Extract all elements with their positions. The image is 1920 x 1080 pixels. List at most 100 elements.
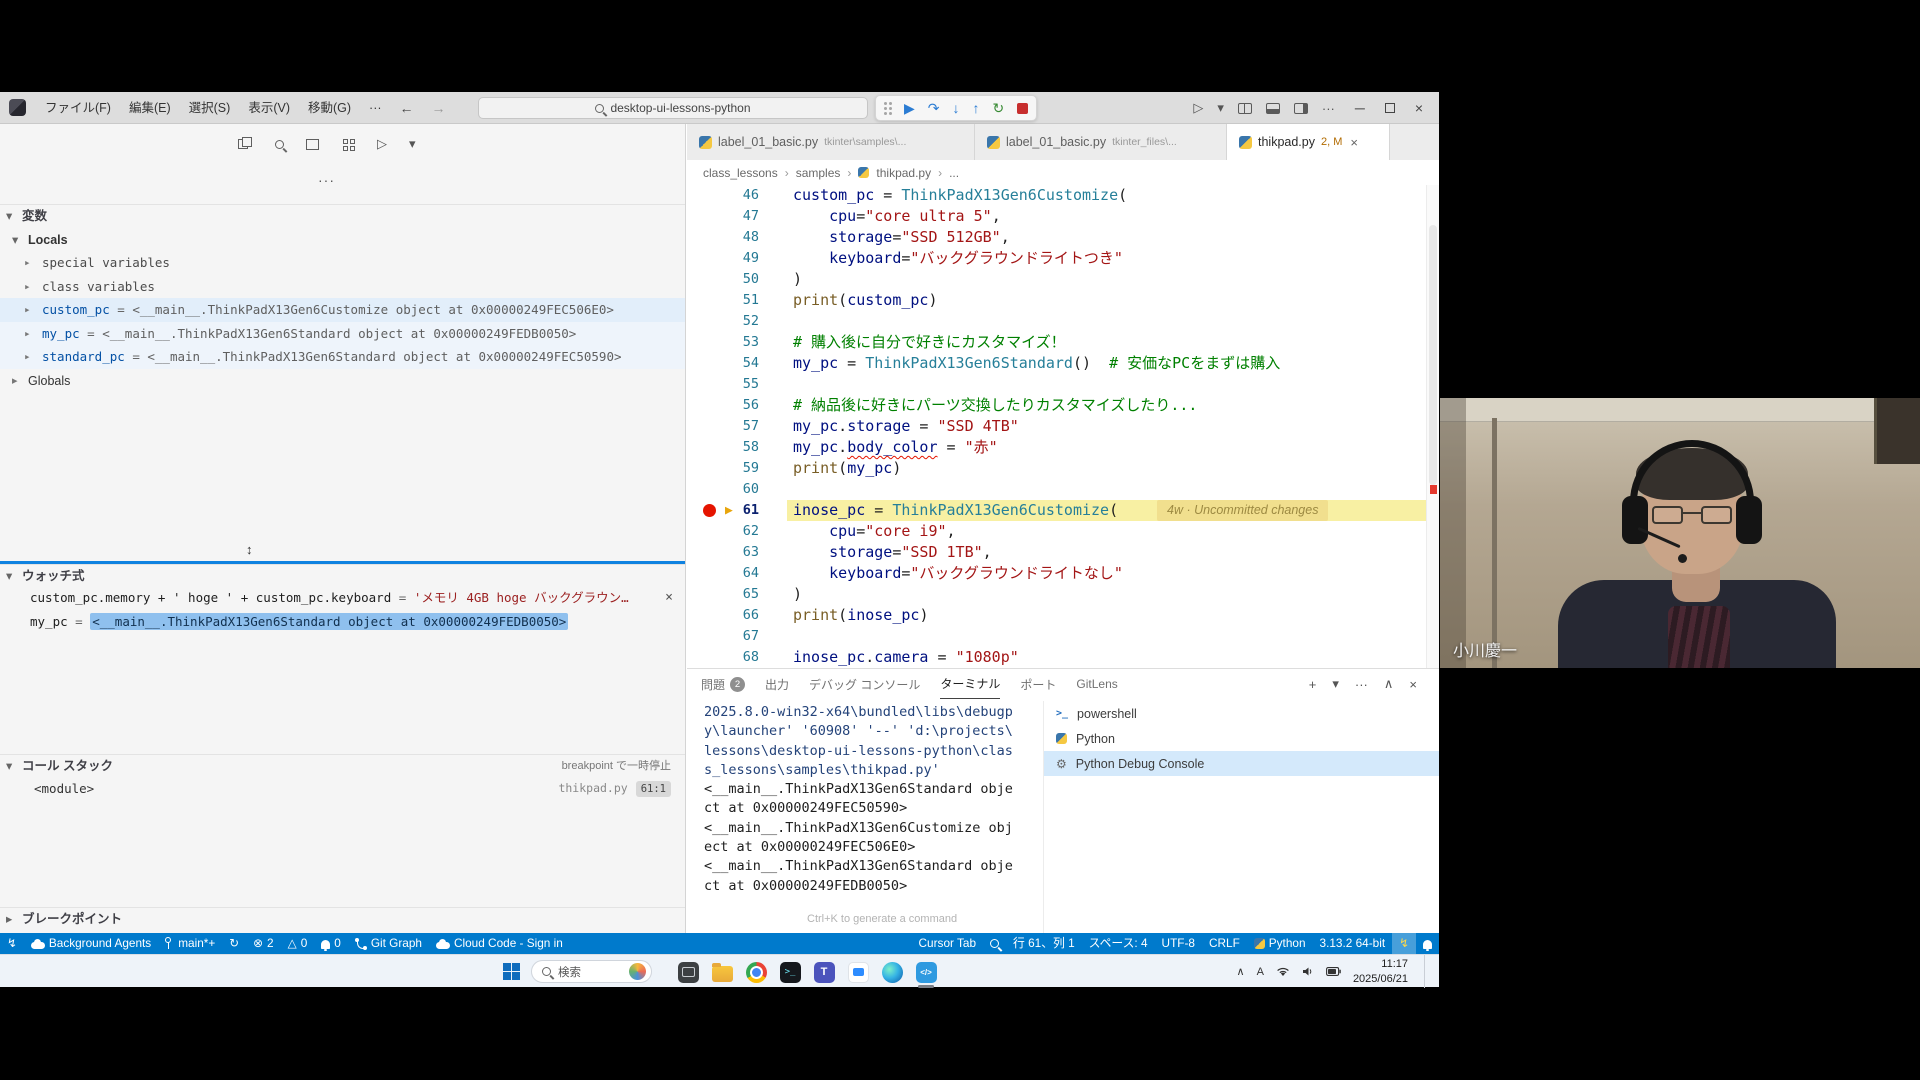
chevron-down-icon[interactable]: ▾ <box>409 136 416 152</box>
watch-section-header[interactable]: ▾ ウォッチ式 <box>0 564 685 586</box>
maximize-button[interactable] <box>1385 103 1395 113</box>
status-item-warnings[interactable]: △0 <box>281 933 315 954</box>
teams-taskbar-icon[interactable]: T <box>811 959 837 985</box>
file-explorer-taskbar-icon[interactable] <box>709 959 735 985</box>
drag-handle-icon[interactable] <box>884 102 887 105</box>
maximize-panel-icon[interactable]: ∧ <box>1384 676 1394 692</box>
breakpoints-section-header[interactable]: ▸ ブレークポイント <box>0 907 685 929</box>
remove-watch-button[interactable]: × <box>665 586 673 610</box>
go-back-button[interactable]: ← <box>391 100 423 116</box>
minimize-button[interactable]: ─ <box>1349 100 1371 116</box>
search-icon[interactable] <box>275 140 284 149</box>
status-item-power-mode[interactable]: ↯ <box>1392 933 1416 954</box>
status-item-remote-indicator[interactable]: ↯ <box>0 933 24 954</box>
panel-tab-2[interactable]: デバッグ コンソール <box>809 669 920 699</box>
status-item-cursor-tab[interactable]: Cursor Tab <box>912 933 983 954</box>
breadcrumb-item-3[interactable]: ... <box>949 166 959 180</box>
vscode-taskbar-icon[interactable]: </> <box>913 959 939 985</box>
run-python-button[interactable]: ▷ <box>1193 100 1203 116</box>
go-forward-button[interactable]: → <box>423 100 455 116</box>
breadcrumb-item-1[interactable]: samples <box>796 166 841 180</box>
panel-tab-3[interactable]: ターミナル <box>940 669 1000 699</box>
status-item-background-agents[interactable]: Background Agents <box>24 933 158 954</box>
status-item-cursor-position[interactable]: 行 61、列 1 <box>1006 933 1082 954</box>
grid-icon[interactable] <box>343 139 355 151</box>
scope-globals[interactable]: ▸ Globals <box>0 370 685 394</box>
status-item-eol[interactable]: CRLF <box>1202 933 1247 954</box>
snipping-tool-taskbar-icon[interactable] <box>675 959 701 985</box>
status-item-errors[interactable]: ⊗2 <box>246 933 280 954</box>
status-item-git-branch[interactable]: main*+ <box>158 933 222 954</box>
status-item-cloud-code-sign-in[interactable]: Cloud Code - Sign in <box>429 933 570 954</box>
status-item-python-interpreter[interactable]: 3.13.2 64-bit <box>1313 933 1393 954</box>
status-item-language-mode[interactable]: Python <box>1247 933 1313 954</box>
command-center-search[interactable]: desktop-ui-lessons-python <box>478 97 868 119</box>
variable-row[interactable]: ▸custom_pc = <__main__.ThinkPadX13Gen6Cu… <box>0 298 685 322</box>
breakpoint-icon[interactable] <box>703 504 716 517</box>
ime-indicator[interactable]: A <box>1257 966 1264 978</box>
show-desktop-button[interactable] <box>1424 955 1427 988</box>
split-view-icon[interactable] <box>306 137 321 151</box>
editor-tab-2[interactable]: thikpad.py2, M× <box>1227 124 1390 160</box>
terminal-output[interactable]: 2025.8.0-win32-x64\bundled\libs\debugpy\… <box>704 703 1013 896</box>
menu-item-3[interactable]: 表示(V) <box>239 101 299 115</box>
menu-item-1[interactable]: 編集(E) <box>120 101 180 115</box>
variable-row[interactable]: ▸class variables <box>0 275 685 299</box>
editor-tab-0[interactable]: label_01_basic.pytkinter\samples\... <box>687 124 975 160</box>
editor-scrollbar[interactable] <box>1426 185 1439 668</box>
sidebar-more-icon[interactable]: ··· <box>318 172 335 188</box>
terminal-list-item-2[interactable]: ⚙Python Debug Console <box>1044 751 1439 776</box>
more-actions-icon[interactable]: ··· <box>1322 101 1335 116</box>
terminal-dropdown-icon[interactable]: ▾ <box>1332 676 1339 692</box>
panel-more-icon[interactable]: ··· <box>1355 677 1368 692</box>
status-item-git-sync[interactable]: ↻ <box>222 933 246 954</box>
callstack-section-header[interactable]: ▾ コール スタック breakpoint で一時停止 <box>0 754 685 776</box>
step-out-button[interactable]: ↑ <box>973 101 980 115</box>
close-tab-button[interactable]: × <box>1350 135 1358 150</box>
panel-tab-1[interactable]: 出力 <box>765 669 789 699</box>
run-dropdown-icon[interactable]: ▾ <box>1217 100 1224 116</box>
watch-expression-row[interactable]: my_pc = <__main__.ThinkPadX13Gen6Standar… <box>0 610 685 634</box>
menu-item-4[interactable]: 移動(G) <box>299 101 360 115</box>
terminal-list-item-1[interactable]: Python <box>1044 726 1439 751</box>
code-editor[interactable]: 46custom_pc = ThinkPadX13Gen6Customize(4… <box>687 185 1439 668</box>
watch-expression-row[interactable]: custom_pc.memory + ' hoge ' + custom_pc.… <box>0 586 685 610</box>
variable-row[interactable]: ▸my_pc = <__main__.ThinkPadX13Gen6Standa… <box>0 322 685 346</box>
start-button[interactable] <box>503 963 520 980</box>
editor-tab-1[interactable]: label_01_basic.pytkinter_files\... <box>975 124 1227 160</box>
taskbar-search[interactable]: 検索 <box>531 960 652 983</box>
debug-start-icon[interactable]: ▷ <box>377 136 387 152</box>
close-button[interactable]: × <box>1409 100 1429 116</box>
status-item-git-graph[interactable]: Git Graph <box>348 933 429 954</box>
edge-taskbar-icon[interactable] <box>879 959 905 985</box>
panel-tab-5[interactable]: GitLens <box>1076 669 1117 699</box>
status-item-notifications-bell[interactable] <box>1416 933 1439 954</box>
restart-button[interactable]: ↻ <box>993 101 1005 115</box>
chrome-taskbar-icon[interactable] <box>743 959 769 985</box>
menu-item-5[interactable]: ··· <box>360 101 391 115</box>
volume-icon[interactable] <box>1302 966 1314 977</box>
panel-tab-4[interactable]: ポート <box>1020 669 1056 699</box>
status-item-notifications-count[interactable]: 0 <box>314 933 348 954</box>
wifi-icon[interactable] <box>1276 966 1290 977</box>
app-logo-icon[interactable] <box>9 99 26 116</box>
menu-item-2[interactable]: 選択(S) <box>180 101 240 115</box>
taskbar-clock[interactable]: 11:17 2025/06/21 <box>1353 957 1408 986</box>
close-panel-icon[interactable]: × <box>1409 677 1417 692</box>
status-item-indentation[interactable]: スペース: 4 <box>1082 933 1155 954</box>
variable-row[interactable]: ▸special variables <box>0 251 685 275</box>
copy-icon[interactable] <box>238 137 253 151</box>
step-into-button[interactable]: ↓ <box>953 101 960 115</box>
breadcrumb-item-0[interactable]: class_lessons <box>703 166 778 180</box>
variables-section-header[interactable]: ▾ 変数 <box>0 204 685 226</box>
status-item-screencast-zoom[interactable] <box>983 933 1006 954</box>
breadcrumb-item-2[interactable]: thikpad.py <box>876 166 931 180</box>
toggle-secondary-sidebar-icon[interactable] <box>1294 103 1308 114</box>
status-item-encoding[interactable]: UTF-8 <box>1155 933 1202 954</box>
battery-icon[interactable] <box>1326 967 1341 976</box>
menu-item-0[interactable]: ファイル(F) <box>36 101 120 115</box>
variable-row[interactable]: ▸standard_pc = <__main__.ThinkPadX13Gen6… <box>0 345 685 369</box>
zoom-taskbar-icon[interactable] <box>845 959 871 985</box>
callstack-frame[interactable]: <module> thikpad.py 61:1 <box>0 777 685 800</box>
split-editor-icon[interactable] <box>1238 103 1252 114</box>
